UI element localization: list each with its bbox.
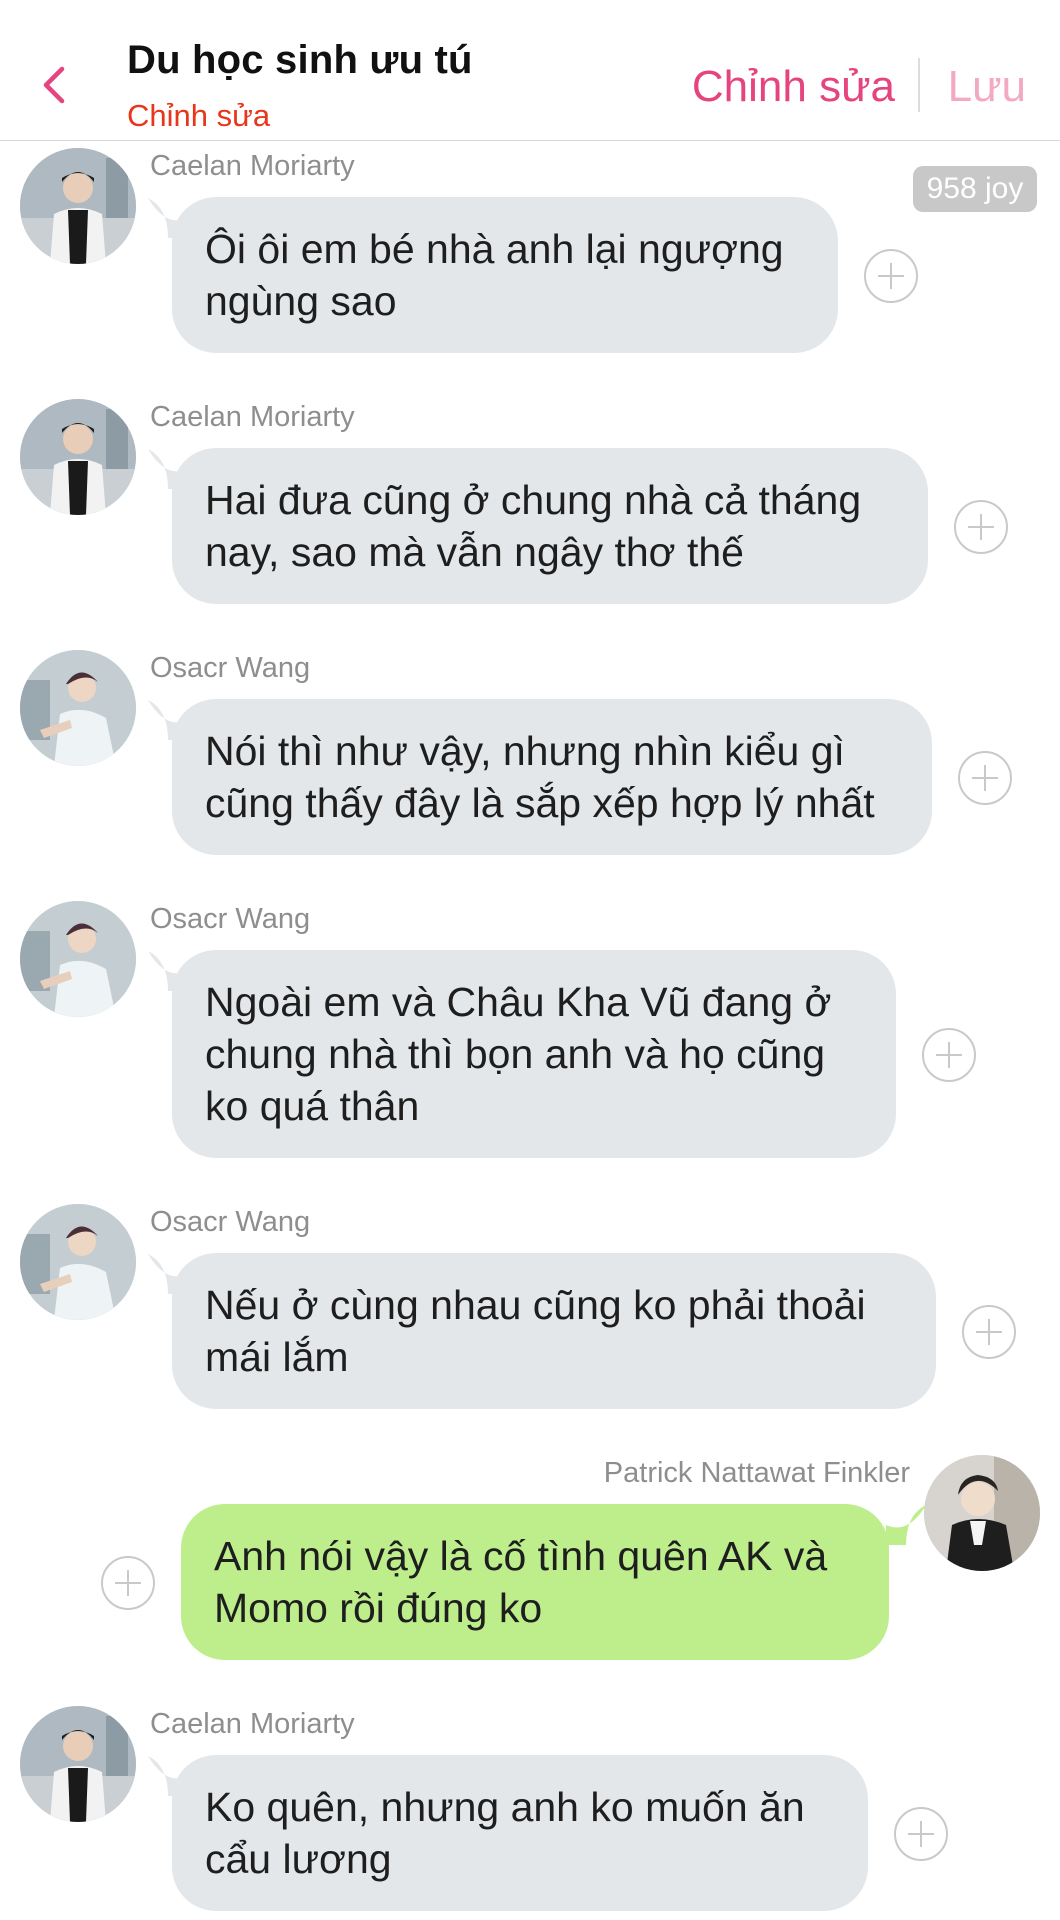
- sender-name: Caelan Moriarty: [150, 401, 355, 433]
- message-line: chung nhà thì bọn anh và họ cũng: [205, 1031, 826, 1077]
- save-button[interactable]: Lưu: [948, 62, 1026, 112]
- caelan-avatar[interactable]: [20, 399, 136, 515]
- message-line: Momo rồi đúng ko: [214, 1585, 543, 1631]
- joy-count-badge: 958 joy: [913, 166, 1037, 212]
- back-button[interactable]: [36, 60, 76, 110]
- message-line: nay, sao mà vẫn ngây thơ thế: [205, 529, 744, 575]
- message-line: ko quá thân: [205, 1083, 420, 1129]
- chat-title: Du học sinh ưu tú: [127, 38, 473, 82]
- message-line: Nếu ở cùng nhau cũng ko phải thoải: [205, 1282, 866, 1328]
- message-line: Ôi ôi em bé nhà anh lại ngượng: [205, 226, 784, 272]
- message-bubble[interactable]: Ôi ôi em bé nhà anh lại ngượng ngùng sao: [172, 197, 838, 353]
- patrick-avatar[interactable]: [924, 1455, 1040, 1571]
- message-line: mái lắm: [205, 1334, 349, 1380]
- message-bubble[interactable]: Ko quên, nhưng anh ko muốn ăn cẩu lương: [172, 1755, 868, 1911]
- caelan-avatar[interactable]: [20, 148, 136, 264]
- message-line: Hai đưa cũng ở chung nhà cả tháng: [205, 477, 862, 523]
- sender-name: Caelan Moriarty: [150, 1708, 355, 1740]
- sender-name: Patrick Nattawat Finkler: [603, 1457, 910, 1489]
- header-divider: [918, 58, 920, 112]
- chevron-left-icon: [43, 66, 65, 104]
- message-line: cẩu lương: [205, 1836, 392, 1882]
- sender-name: Osacr Wang: [150, 903, 311, 935]
- caelan-avatar[interactable]: [20, 1706, 136, 1822]
- add-reaction-button[interactable]: [954, 500, 1008, 554]
- oscar-avatar[interactable]: [20, 1204, 136, 1320]
- message-line: Ko quên, nhưng anh ko muốn ăn: [205, 1784, 805, 1830]
- message-bubble[interactable]: Ngoài em và Châu Kha Vũ đang ở chung nhà…: [172, 950, 896, 1158]
- message-line: Anh nói vậy là cố tình quên AK và: [214, 1533, 828, 1579]
- add-reaction-button[interactable]: [962, 1305, 1016, 1359]
- message-line: Nói thì như vậy, nhưng nhìn kiểu gì: [205, 728, 845, 774]
- message-line: Ngoài em và Châu Kha Vũ đang ở: [205, 979, 832, 1025]
- chat-subtitle[interactable]: Chỉnh sửa: [127, 98, 270, 134]
- message-bubble[interactable]: Hai đưa cũng ở chung nhà cả tháng nay, s…: [172, 448, 928, 604]
- add-reaction-button[interactable]: [922, 1028, 976, 1082]
- add-reaction-button[interactable]: [958, 751, 1012, 805]
- sender-name: Osacr Wang: [150, 652, 311, 684]
- bubble-tail: [886, 1505, 926, 1545]
- message-line: ngùng sao: [205, 278, 397, 324]
- message-bubble[interactable]: Nếu ở cùng nhau cũng ko phải thoải mái l…: [172, 1253, 936, 1409]
- message-bubble[interactable]: Nói thì như vậy, nhưng nhìn kiểu gì cũng…: [172, 699, 932, 855]
- edit-button[interactable]: Chỉnh sửa: [692, 62, 895, 112]
- add-reaction-button[interactable]: [894, 1807, 948, 1861]
- chat-header: Du học sinh ưu tú Chỉnh sửa Chỉnh sửa Lư…: [0, 0, 1060, 141]
- add-reaction-button[interactable]: [101, 1556, 155, 1610]
- message-line: cũng thấy đây là sắp xếp hợp lý nhất: [205, 780, 875, 826]
- oscar-avatar[interactable]: [20, 901, 136, 1017]
- sender-name: Caelan Moriarty: [150, 150, 355, 182]
- oscar-avatar[interactable]: [20, 650, 136, 766]
- sender-name: Osacr Wang: [150, 1206, 311, 1238]
- add-reaction-button[interactable]: [864, 249, 918, 303]
- message-bubble[interactable]: Anh nói vậy là cố tình quên AK và Momo r…: [181, 1504, 889, 1660]
